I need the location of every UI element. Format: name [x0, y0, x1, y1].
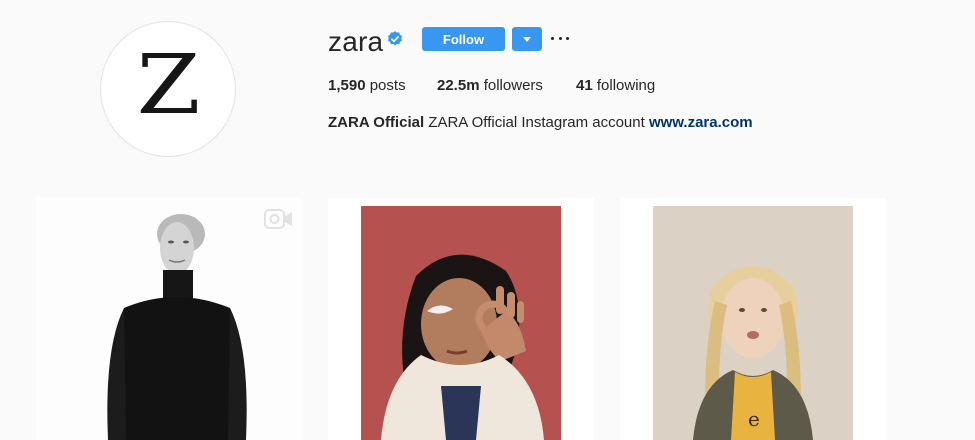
profile-username: zara [328, 26, 384, 57]
posts-count-stat: 1,590 posts [328, 77, 406, 94]
post-thumbnail-3[interactable]: e [620, 198, 886, 440]
followers-label: followers [479, 77, 543, 94]
post-photo-1 [36, 198, 302, 440]
following-count-stat[interactable]: 41 following [576, 77, 655, 94]
bio-full-name: ZARA Official [328, 114, 425, 131]
caret-down-icon [523, 36, 531, 42]
post-photo-2 [361, 206, 561, 440]
bio-text: ZARA Official Instagram account [424, 114, 649, 131]
followers-count-stat[interactable]: 22.5m followers [437, 77, 543, 94]
post-photo-3: e [653, 206, 853, 440]
video-icon [264, 209, 292, 229]
svg-text:e: e [748, 407, 760, 431]
followers-count: 22.5m [437, 77, 480, 94]
posts-label: posts [365, 77, 406, 94]
post-thumbnail-2[interactable] [328, 198, 594, 440]
post-thumbnail-1[interactable] [36, 198, 302, 440]
verified-badge-icon [387, 31, 403, 46]
profile-bio: ZARA Official ZARA Official Instagram ac… [328, 114, 753, 131]
more-options-icon[interactable] [551, 30, 569, 46]
posts-count: 1,590 [328, 77, 366, 94]
following-label: following [592, 77, 656, 94]
suggestions-dropdown-button[interactable] [512, 27, 542, 51]
following-count: 41 [576, 77, 593, 94]
profile-avatar[interactable]: Z [100, 21, 236, 157]
avatar-logo: Z [136, 38, 200, 133]
bio-website-link[interactable]: www.zara.com [649, 114, 753, 131]
follow-button[interactable]: Follow [422, 27, 505, 51]
